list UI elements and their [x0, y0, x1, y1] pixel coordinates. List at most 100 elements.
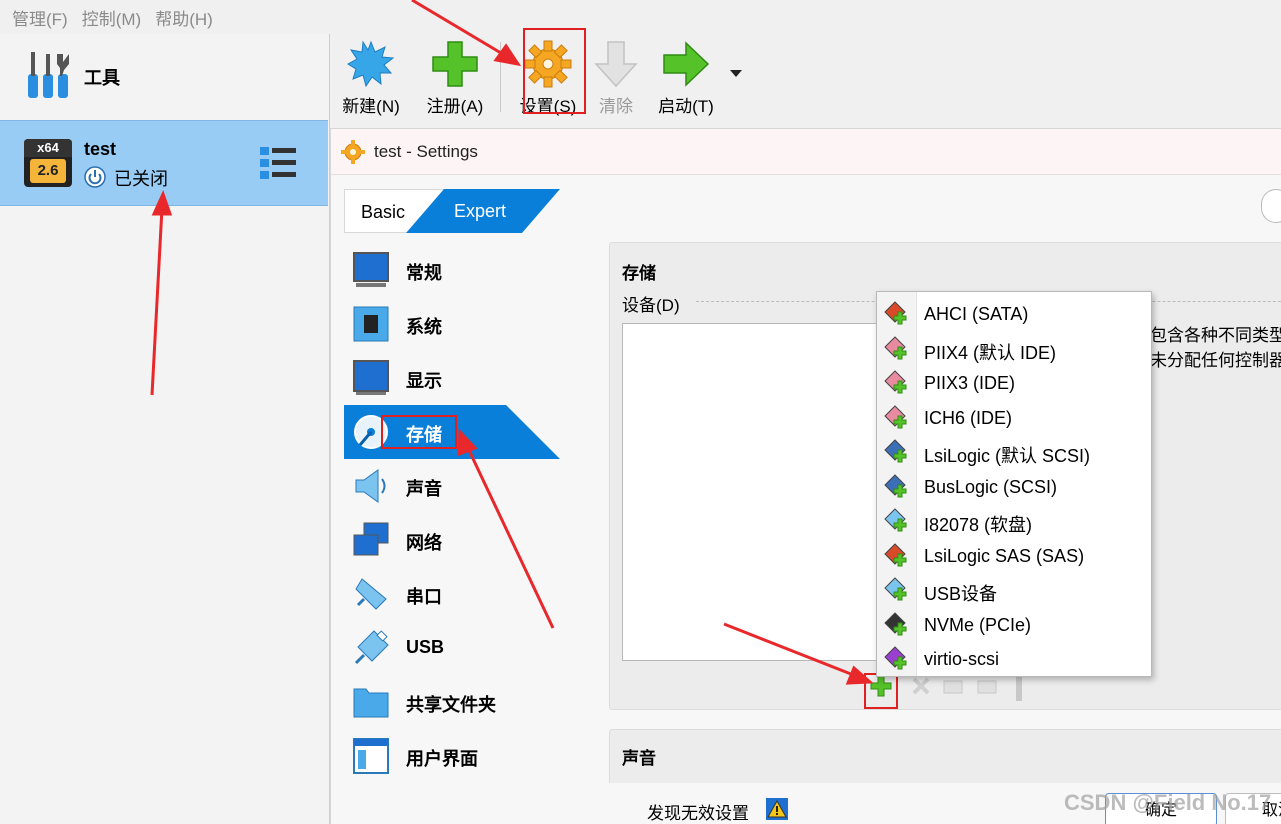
controller-menu-label: virtio-scsi — [924, 649, 999, 669]
category-shared-folders[interactable]: 共享文件夹 — [344, 675, 560, 729]
add-icon — [432, 41, 478, 87]
category-display[interactable]: 显示 — [344, 351, 560, 405]
controller-menu-item[interactable]: virtio-scsi — [877, 641, 1151, 675]
controller-menu-label: ICH6 (IDE) — [924, 407, 1013, 428]
vm-version-label: 2.6 — [30, 159, 66, 183]
category-audio[interactable]: 声音 — [344, 459, 560, 513]
category-serial-port[interactable]: 串口 — [344, 567, 560, 621]
controller-menu-item[interactable]: NVMe (PCIe) — [877, 607, 1151, 641]
category-label: 用户界面 — [406, 749, 478, 769]
controller-type-icon — [884, 301, 907, 325]
controller-type-icon — [884, 439, 907, 463]
controller-type-icon — [884, 370, 907, 394]
user-interface-icon — [353, 738, 389, 774]
remove-controller-icon[interactable] — [910, 675, 932, 697]
controller-menu-item[interactable]: I82078 (软盘) — [877, 503, 1151, 537]
category-label: 共享文件夹 — [406, 695, 496, 715]
start-dropdown-chevron-icon[interactable] — [730, 70, 742, 77]
power-off-icon — [84, 166, 106, 188]
category-label: 系统 — [406, 317, 442, 337]
general-icon — [353, 252, 389, 287]
usb-icon — [354, 630, 389, 665]
add-attachment-icon[interactable] — [942, 675, 964, 697]
vm-details-menu-icon[interactable] — [258, 145, 298, 181]
category-system[interactable]: 系统 — [344, 297, 560, 351]
category-label: 声音 — [406, 479, 442, 499]
controller-menu-label: USB设备 — [924, 584, 998, 604]
discard-label: 清除 — [599, 97, 633, 116]
audio-title: 声音 — [622, 749, 656, 768]
category-label: 常规 — [406, 263, 442, 283]
mode-expert-tab[interactable]: Expert — [406, 189, 560, 233]
controller-type-icon — [884, 646, 907, 670]
controller-menu-item[interactable]: USB设备 — [877, 572, 1151, 606]
controller-menu-label: NVMe (PCIe) — [924, 614, 1032, 635]
controller-menu-item[interactable]: LsiLogic (默认 SCSI) — [877, 434, 1151, 468]
start-button[interactable]: 启动(T) — [650, 34, 722, 120]
controller-menu-item[interactable]: AHCI (SATA) — [877, 296, 1151, 330]
storage-devices-tree[interactable] — [622, 323, 882, 661]
tools-label: 工具 — [84, 68, 120, 88]
new-button[interactable]: 新建(N) — [336, 34, 406, 120]
menu-file[interactable]: 管理(F) — [12, 5, 68, 30]
controller-type-icon — [884, 542, 907, 566]
controller-menu-label: BusLogic (SCSI) — [924, 476, 1058, 497]
warning-icon[interactable] — [765, 797, 789, 821]
remove-attachment-icon[interactable] — [976, 675, 998, 697]
display-icon — [353, 360, 389, 395]
menu-help[interactable]: 帮助(H) — [155, 5, 213, 30]
controller-menu-item[interactable]: PIIX4 (默认 IDE) — [877, 331, 1151, 365]
controller-menu-item[interactable]: PIIX3 (IDE) — [877, 365, 1151, 399]
controller-type-icon — [884, 473, 907, 497]
controller-menu-label: LsiLogic SAS (SAS) — [924, 545, 1085, 566]
main-toolbar: 新建(N) 注册(A) 设置(S) 清除 启动(T) — [330, 34, 1281, 120]
category-network[interactable]: 网络 — [344, 513, 560, 567]
settings-gear-icon — [341, 140, 365, 164]
controller-menu-item[interactable]: LsiLogic SAS (SAS) — [877, 538, 1151, 572]
controller-menu-label: PIIX4 (默认 IDE) — [924, 342, 1057, 363]
vm-name: test — [84, 139, 117, 159]
toolbar-separator — [500, 42, 501, 112]
mode-expert-label: Expert — [454, 201, 507, 221]
category-general[interactable]: 常规 — [344, 243, 560, 297]
storage-title: 存储 — [622, 264, 656, 283]
menu-machine[interactable]: 控制(M) — [82, 5, 141, 30]
tools-item[interactable]: 工具 — [0, 34, 330, 120]
controller-type-icon — [884, 577, 907, 601]
system-icon — [353, 306, 389, 342]
audio-icon — [355, 469, 386, 503]
category-user-interface[interactable]: 用户界面 — [344, 729, 560, 783]
category-usb[interactable]: USB — [344, 621, 560, 675]
discard-arrow-down-icon — [594, 41, 638, 88]
vm-list-pane: 工具 x64 2.6 test 已关闭 — [0, 34, 330, 824]
network-icon — [353, 522, 389, 556]
controller-type-icon — [884, 611, 907, 635]
vm-os-badge-icon: x64 2.6 — [24, 139, 72, 187]
shared-folder-icon — [353, 688, 389, 718]
invalid-settings-text: 发现无效设置 — [647, 804, 749, 823]
controller-menu-label: AHCI (SATA) — [924, 304, 1029, 324]
register-button[interactable]: 注册(A) — [420, 34, 490, 120]
controller-menu-label: PIIX3 (IDE) — [924, 373, 1016, 393]
vm-item-test[interactable]: x64 2.6 test 已关闭 — [0, 120, 328, 206]
controller-type-icon — [884, 404, 907, 428]
annotation-box-add-controller — [864, 673, 898, 709]
tools-icon — [28, 52, 69, 98]
add-controller-menu: AHCI (SATA) PIIX4 (默认 IDE) PIIX3 (IDE) ICH6… — [876, 291, 1152, 677]
annotation-box-storage — [381, 415, 457, 449]
annotation-box-settings — [523, 28, 586, 114]
serial-port-icon — [355, 578, 387, 610]
dialog-title: test - Settings — [374, 142, 478, 161]
dialog-titlebar: test - Settings — [331, 129, 1281, 175]
search-toggle[interactable] — [1261, 189, 1281, 223]
storage-info-text: 包含各种不同类型 未分配任何控制器 — [1150, 323, 1281, 373]
menu-bar: 管理(F) 控制(M) 帮助(H) — [0, 0, 330, 34]
controller-menu-item[interactable]: BusLogic (SCSI) — [877, 469, 1151, 503]
discard-button[interactable]: 清除 — [584, 34, 648, 120]
controller-menu-item[interactable]: ICH6 (IDE) — [877, 400, 1151, 434]
new-icon — [347, 40, 395, 88]
start-label: 启动(T) — [658, 97, 714, 116]
storage-info-line: 包含各种不同类型 — [1150, 326, 1281, 345]
vm-arch-label: x64 — [24, 139, 72, 157]
controller-type-icon — [884, 508, 907, 532]
